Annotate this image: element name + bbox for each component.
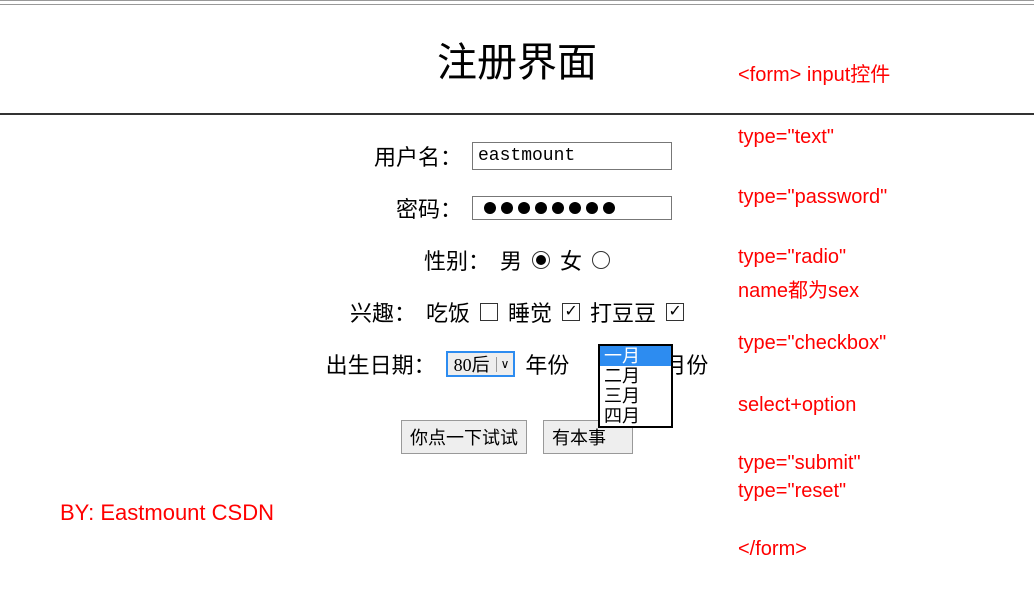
month-option[interactable]: 四月 (600, 406, 671, 426)
annotation-password: type="password" (738, 186, 887, 209)
annotation-name-sex: name都为sex (738, 274, 859, 303)
username-input[interactable] (472, 142, 672, 170)
password-dot (552, 202, 564, 214)
password-label: 密码： (362, 192, 462, 224)
month-option[interactable]: 二月 (600, 366, 671, 386)
annotation-form: <form> input控件 (738, 58, 890, 87)
annotation-text: type="text" (738, 126, 834, 149)
year-select[interactable]: 80后 ∨ (446, 351, 516, 377)
hobby-sleep-checkbox[interactable] (562, 303, 580, 321)
password-dot (518, 202, 530, 214)
byline: BY: Eastmount CSDN (60, 500, 274, 526)
hobby-beat-label: 打豆豆 (590, 296, 656, 328)
annotation-radio: type="radio" (738, 246, 846, 269)
divider (0, 113, 1034, 115)
month-option[interactable]: 一月 (600, 346, 671, 366)
annotation-select: select+option (738, 394, 856, 417)
gender-male-label: 男 (500, 244, 522, 276)
annotation-form-end: </form> (738, 538, 807, 561)
month-select-dropdown[interactable]: 一月二月三月四月 (598, 344, 673, 428)
gender-male-radio[interactable] (532, 251, 550, 269)
annotation-checkbox: type="checkbox" (738, 332, 886, 355)
password-dot (484, 202, 496, 214)
gender-female-radio[interactable] (592, 251, 610, 269)
password-input[interactable] (472, 196, 672, 220)
password-dot (501, 202, 513, 214)
submit-button[interactable]: 你点一下试试 (401, 420, 527, 454)
hobby-eat-label: 吃饭 (426, 296, 470, 328)
gender-female-label: 女 (560, 244, 582, 276)
password-dot (603, 202, 615, 214)
hobby-beat-checkbox[interactable] (666, 303, 684, 321)
hobby-eat-checkbox[interactable] (480, 303, 498, 321)
username-label: 用户名： (362, 140, 462, 172)
annotation-reset: type="reset" (738, 480, 846, 503)
password-dot (535, 202, 547, 214)
year-select-value: 80后 (448, 351, 496, 377)
year-suffix: 年份 (525, 348, 569, 380)
month-option[interactable]: 三月 (600, 386, 671, 406)
password-dot (569, 202, 581, 214)
birth-label: 出生日期： (326, 348, 436, 380)
annotation-submit: type="submit" (738, 452, 861, 475)
password-dot (586, 202, 598, 214)
gender-label: 性别： (424, 244, 490, 276)
chevron-down-icon: ∨ (496, 357, 514, 372)
hobby-sleep-label: 睡觉 (508, 296, 552, 328)
hobby-label: 兴趣： (350, 296, 416, 328)
